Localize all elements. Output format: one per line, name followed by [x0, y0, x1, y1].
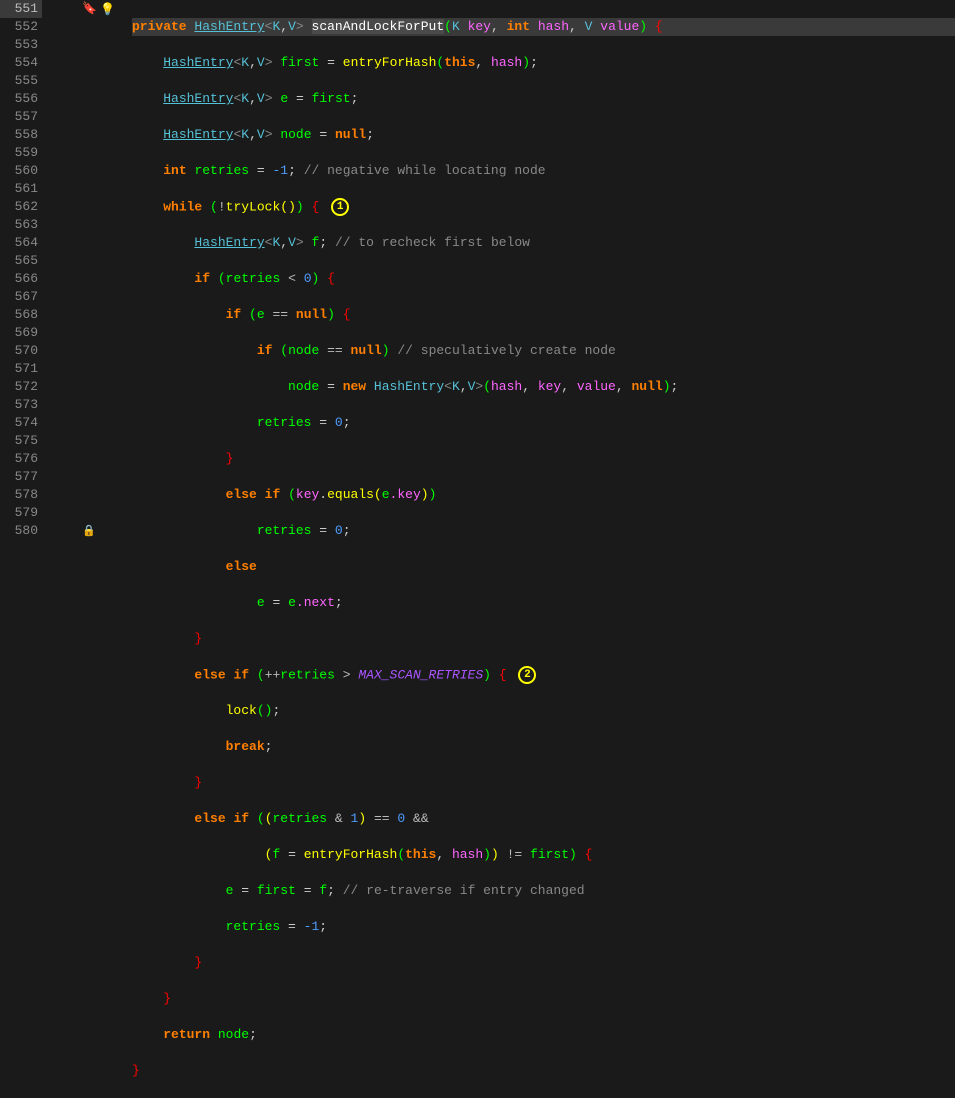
line-number: 578 [0, 486, 42, 504]
code-line[interactable]: if (retries < 0) { [132, 270, 955, 288]
line-number: 552 [0, 18, 42, 36]
line-number: 555 [0, 72, 42, 90]
code-line[interactable]: HashEntry<K,V> first = entryForHash(this… [132, 54, 955, 72]
code-line[interactable]: retries = -1; [132, 918, 955, 936]
gutter-annotations: 🔖 💡 🔒 [50, 0, 130, 549]
code-line[interactable]: } [132, 954, 955, 972]
code-line[interactable]: if (e == null) { [132, 306, 955, 324]
code-line[interactable]: else if (key.equals(e.key)) [132, 486, 955, 504]
line-number: 562 [0, 198, 42, 216]
code-line[interactable]: if (node == null) // speculatively creat… [132, 342, 955, 360]
code-line[interactable]: HashEntry<K,V> f; // to recheck first be… [132, 234, 955, 252]
code-editor[interactable]: 551 552 553 554 555 556 557 558 559 560 … [0, 0, 955, 549]
code-line[interactable]: else if (++retries > MAX_SCAN_RETRIES) {… [132, 666, 955, 684]
code-line[interactable]: HashEntry<K,V> node = null; [132, 126, 955, 144]
lock-icon: 🔒 [82, 523, 96, 541]
line-number: 580 [0, 522, 42, 540]
code-line[interactable]: e = e.next; [132, 594, 955, 612]
line-number: 567 [0, 288, 42, 306]
code-line[interactable]: e = first = f; // re-traverse if entry c… [132, 882, 955, 900]
code-line[interactable]: break; [132, 738, 955, 756]
line-number: 575 [0, 432, 42, 450]
line-number: 554 [0, 54, 42, 72]
code-line[interactable]: return node; [132, 1026, 955, 1044]
code-line[interactable]: } [132, 1062, 955, 1080]
code-line[interactable]: } [132, 450, 955, 468]
line-number: 563 [0, 216, 42, 234]
code-line[interactable]: else [132, 558, 955, 576]
line-number: 564 [0, 234, 42, 252]
line-number: 572 [0, 378, 42, 396]
code-line[interactable]: } [132, 990, 955, 1008]
line-number: 560 [0, 162, 42, 180]
code-line[interactable]: retries = 0; [132, 414, 955, 432]
code-line[interactable]: HashEntry<K,V> e = first; [132, 90, 955, 108]
annotation-2: 2 [518, 666, 536, 684]
line-number: 577 [0, 468, 42, 486]
code-line[interactable]: (f = entryForHash(this, hash)) != first)… [132, 846, 955, 864]
line-number: 558 [0, 126, 42, 144]
code-line[interactable]: int retries = -1; // negative while loca… [132, 162, 955, 180]
line-number: 553 [0, 36, 42, 54]
code-line[interactable]: else if ((retries & 1) == 0 && [132, 810, 955, 828]
code-line[interactable]: while (!tryLock()) { 1 [132, 198, 955, 216]
line-number: 551 [0, 0, 42, 18]
code-line[interactable]: } [132, 630, 955, 648]
line-number: 574 [0, 414, 42, 432]
line-number: 561 [0, 180, 42, 198]
line-number: 566 [0, 270, 42, 288]
code-line[interactable]: } [132, 774, 955, 792]
code-line[interactable]: retries = 0; [132, 522, 955, 540]
line-number: 565 [0, 252, 42, 270]
bookmark-icon[interactable]: 🔖 [82, 0, 97, 18]
code-area[interactable]: private HashEntry<K,V> scanAndLockForPut… [130, 0, 955, 549]
line-number: 569 [0, 324, 42, 342]
lightbulb-icon[interactable]: 💡 [100, 1, 115, 19]
line-number: 573 [0, 396, 42, 414]
code-line[interactable]: private HashEntry<K,V> scanAndLockForPut… [132, 18, 955, 36]
line-number: 570 [0, 342, 42, 360]
line-number: 559 [0, 144, 42, 162]
line-number: 568 [0, 306, 42, 324]
line-number: 579 [0, 504, 42, 522]
line-number: 556 [0, 90, 42, 108]
line-number: 571 [0, 360, 42, 378]
selected-method-name: scanAndLockForPut [312, 19, 445, 34]
line-number-gutter: 551 552 553 554 555 556 557 558 559 560 … [0, 0, 50, 549]
annotation-1: 1 [331, 198, 349, 216]
code-line[interactable]: lock(); [132, 702, 955, 720]
code-line[interactable]: node = new HashEntry<K,V>(hash, key, val… [132, 378, 955, 396]
line-number: 557 [0, 108, 42, 126]
line-number: 576 [0, 450, 42, 468]
